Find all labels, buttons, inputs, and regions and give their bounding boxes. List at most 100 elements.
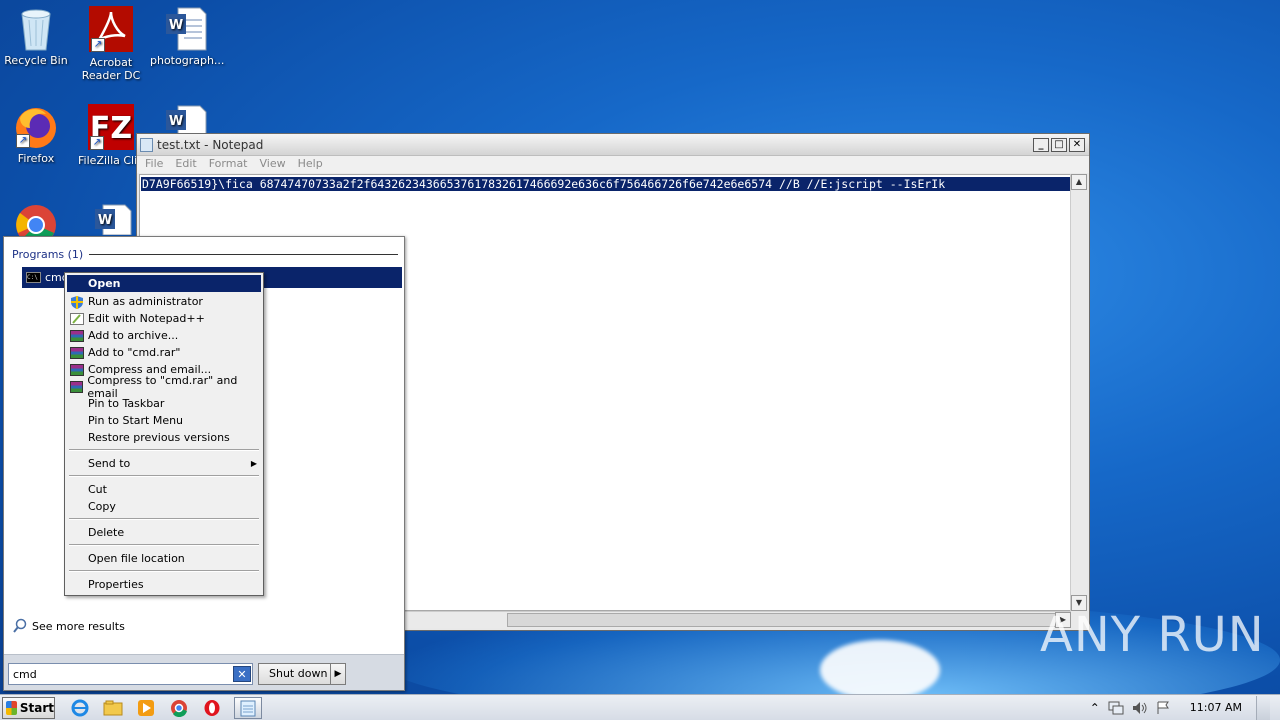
menu-item-label: Edit with Notepad++: [88, 312, 205, 325]
wallpaper-glow: [820, 640, 940, 700]
start-menu-footer: ✕ Shut down ▶: [4, 654, 404, 690]
scroll-up-icon[interactable]: ▲: [1071, 174, 1087, 190]
vertical-scrollbar[interactable]: ▲ ▼: [1070, 174, 1087, 611]
notepad-titlebar[interactable]: test.txt - Notepad _ □ ✕: [137, 134, 1089, 156]
winrar-icon: [70, 380, 84, 393]
menu-item-open-file-location[interactable]: Open file location: [67, 550, 261, 567]
desktop-icon-recycle-bin[interactable]: Recycle Bin: [0, 6, 72, 67]
context-menu: Open Run as administrator Edit with Note…: [64, 272, 264, 596]
menu-item-label: Restore previous versions: [88, 431, 230, 444]
menu-item-add-to-cmd-rar[interactable]: Add to "cmd.rar": [67, 344, 261, 361]
menu-item-cut[interactable]: Cut: [67, 481, 261, 498]
menu-item-run-as-admin[interactable]: Run as administrator: [67, 293, 261, 310]
divider: [89, 254, 398, 255]
notepad-icon: [240, 700, 256, 716]
notepadpp-icon: [70, 312, 84, 325]
shortcut-arrow-icon: ↗: [91, 38, 105, 52]
maximize-button[interactable]: □: [1051, 137, 1067, 152]
svg-text:W: W: [98, 213, 112, 228]
menu-item-copy[interactable]: Copy: [67, 498, 261, 515]
show-hidden-icons-icon[interactable]: ⌃: [1090, 701, 1100, 715]
taskbar-chrome[interactable]: [168, 697, 190, 719]
desktop-icon-label: Firefox: [17, 152, 55, 165]
close-button[interactable]: ✕: [1069, 137, 1085, 152]
uac-shield-icon: [70, 295, 84, 309]
desktop-icon-firefox[interactable]: ↗ Firefox: [0, 104, 72, 165]
menu-item-restore-versions[interactable]: Restore previous versions: [67, 429, 261, 446]
menu-format[interactable]: Format: [203, 156, 254, 173]
menu-item-label: Cut: [88, 483, 107, 496]
acrobat-icon: ↗: [89, 6, 133, 52]
scroll-thumb[interactable]: [507, 613, 1057, 627]
menu-item-open[interactable]: Open: [67, 275, 261, 292]
recycle-bin-icon: [14, 6, 58, 51]
shutdown-options-icon[interactable]: ▶: [331, 669, 345, 679]
ie-icon: [71, 699, 89, 716]
desktop-icon-acrobat[interactable]: ↗ Acrobat Reader DC: [75, 6, 147, 82]
notepad-icon: [140, 137, 153, 152]
menu-item-label: Properties: [88, 578, 144, 591]
menu-item-label: Copy: [88, 500, 116, 513]
menu-item-label: Pin to Taskbar: [88, 397, 165, 410]
svg-text:W: W: [169, 18, 183, 33]
clear-search-icon[interactable]: ✕: [233, 666, 251, 682]
explorer-icon: [103, 700, 123, 715]
see-more-results-link[interactable]: See more results: [12, 618, 125, 634]
desktop-icon-label: Acrobat Reader DC: [81, 56, 141, 82]
menu-separator: [69, 475, 259, 477]
menu-item-send-to[interactable]: Send to ▶: [67, 455, 261, 472]
network-icon[interactable]: [1108, 701, 1124, 715]
search-box[interactable]: ✕: [8, 663, 253, 685]
taskbar-opera[interactable]: [201, 697, 223, 719]
menu-file[interactable]: File: [139, 156, 169, 173]
menu-item-pin-taskbar[interactable]: Pin to Taskbar: [67, 395, 261, 412]
window-title: test.txt - Notepad: [157, 137, 264, 152]
menu-item-label: Add to archive...: [88, 329, 179, 342]
menu-item-compress-cmd-rar-email[interactable]: Compress to "cmd.rar" and email: [67, 374, 261, 400]
programs-header-label: Programs (1): [12, 248, 84, 261]
firefox-icon: ↗: [14, 104, 58, 148]
search-input[interactable]: [9, 667, 229, 681]
menu-help[interactable]: Help: [292, 156, 329, 173]
menu-bar: File Edit Format View Help: [137, 156, 1089, 173]
anyrun-watermark: ANY RUN: [1040, 607, 1265, 663]
taskbar-explorer[interactable]: [102, 697, 124, 719]
watermark-text: ANY RUN: [1040, 607, 1265, 663]
selected-text-line[interactable]: D7A9F66519}\fica 68747470733a2f2f6432623…: [141, 177, 1070, 191]
cmd-icon: C:\: [26, 272, 41, 283]
menu-item-label: Open: [88, 277, 121, 290]
shutdown-button[interactable]: Shut down ▶: [258, 663, 346, 685]
menu-item-label: Delete: [88, 526, 125, 539]
menu-item-delete[interactable]: Delete: [67, 524, 261, 541]
show-desktop-button[interactable]: [1256, 695, 1270, 720]
taskbar-media-player[interactable]: [135, 697, 157, 719]
clock[interactable]: 11:07 AM: [1190, 701, 1242, 714]
volume-icon[interactable]: [1132, 701, 1148, 715]
desktop-icon-label: photograph...: [150, 54, 225, 67]
menu-view[interactable]: View: [254, 156, 292, 173]
taskbar-ie[interactable]: [69, 697, 91, 719]
taskbar-notepad[interactable]: [234, 696, 262, 719]
shutdown-label: Shut down: [259, 664, 331, 684]
menu-item-label: Run as administrator: [88, 295, 203, 308]
opera-icon: [204, 699, 220, 716]
desktop-icon-photograph[interactable]: W photograph...: [150, 6, 225, 67]
menu-item-edit-notepadpp[interactable]: Edit with Notepad++: [67, 310, 261, 327]
menu-edit[interactable]: Edit: [169, 156, 202, 173]
menu-item-pin-start-menu[interactable]: Pin to Start Menu: [67, 412, 261, 429]
menu-item-label: Pin to Start Menu: [88, 414, 184, 427]
taskbar: Start ⌃ 11:07 AM: [0, 694, 1280, 720]
menu-separator: [69, 449, 259, 451]
minimize-button[interactable]: _: [1033, 137, 1049, 152]
menu-item-label: Open file location: [88, 552, 185, 565]
start-label: Start: [19, 700, 54, 715]
action-center-flag-icon[interactable]: [1156, 701, 1170, 715]
chrome-icon: [171, 699, 187, 717]
menu-item-add-to-archive[interactable]: Add to archive...: [67, 327, 261, 344]
system-tray: ⌃ 11:07 AM: [1090, 695, 1280, 720]
menu-separator: [69, 518, 259, 520]
menu-separator: [69, 570, 259, 572]
start-button[interactable]: Start: [2, 696, 55, 719]
menu-item-label: Send to: [88, 457, 131, 470]
menu-item-properties[interactable]: Properties: [67, 576, 261, 593]
